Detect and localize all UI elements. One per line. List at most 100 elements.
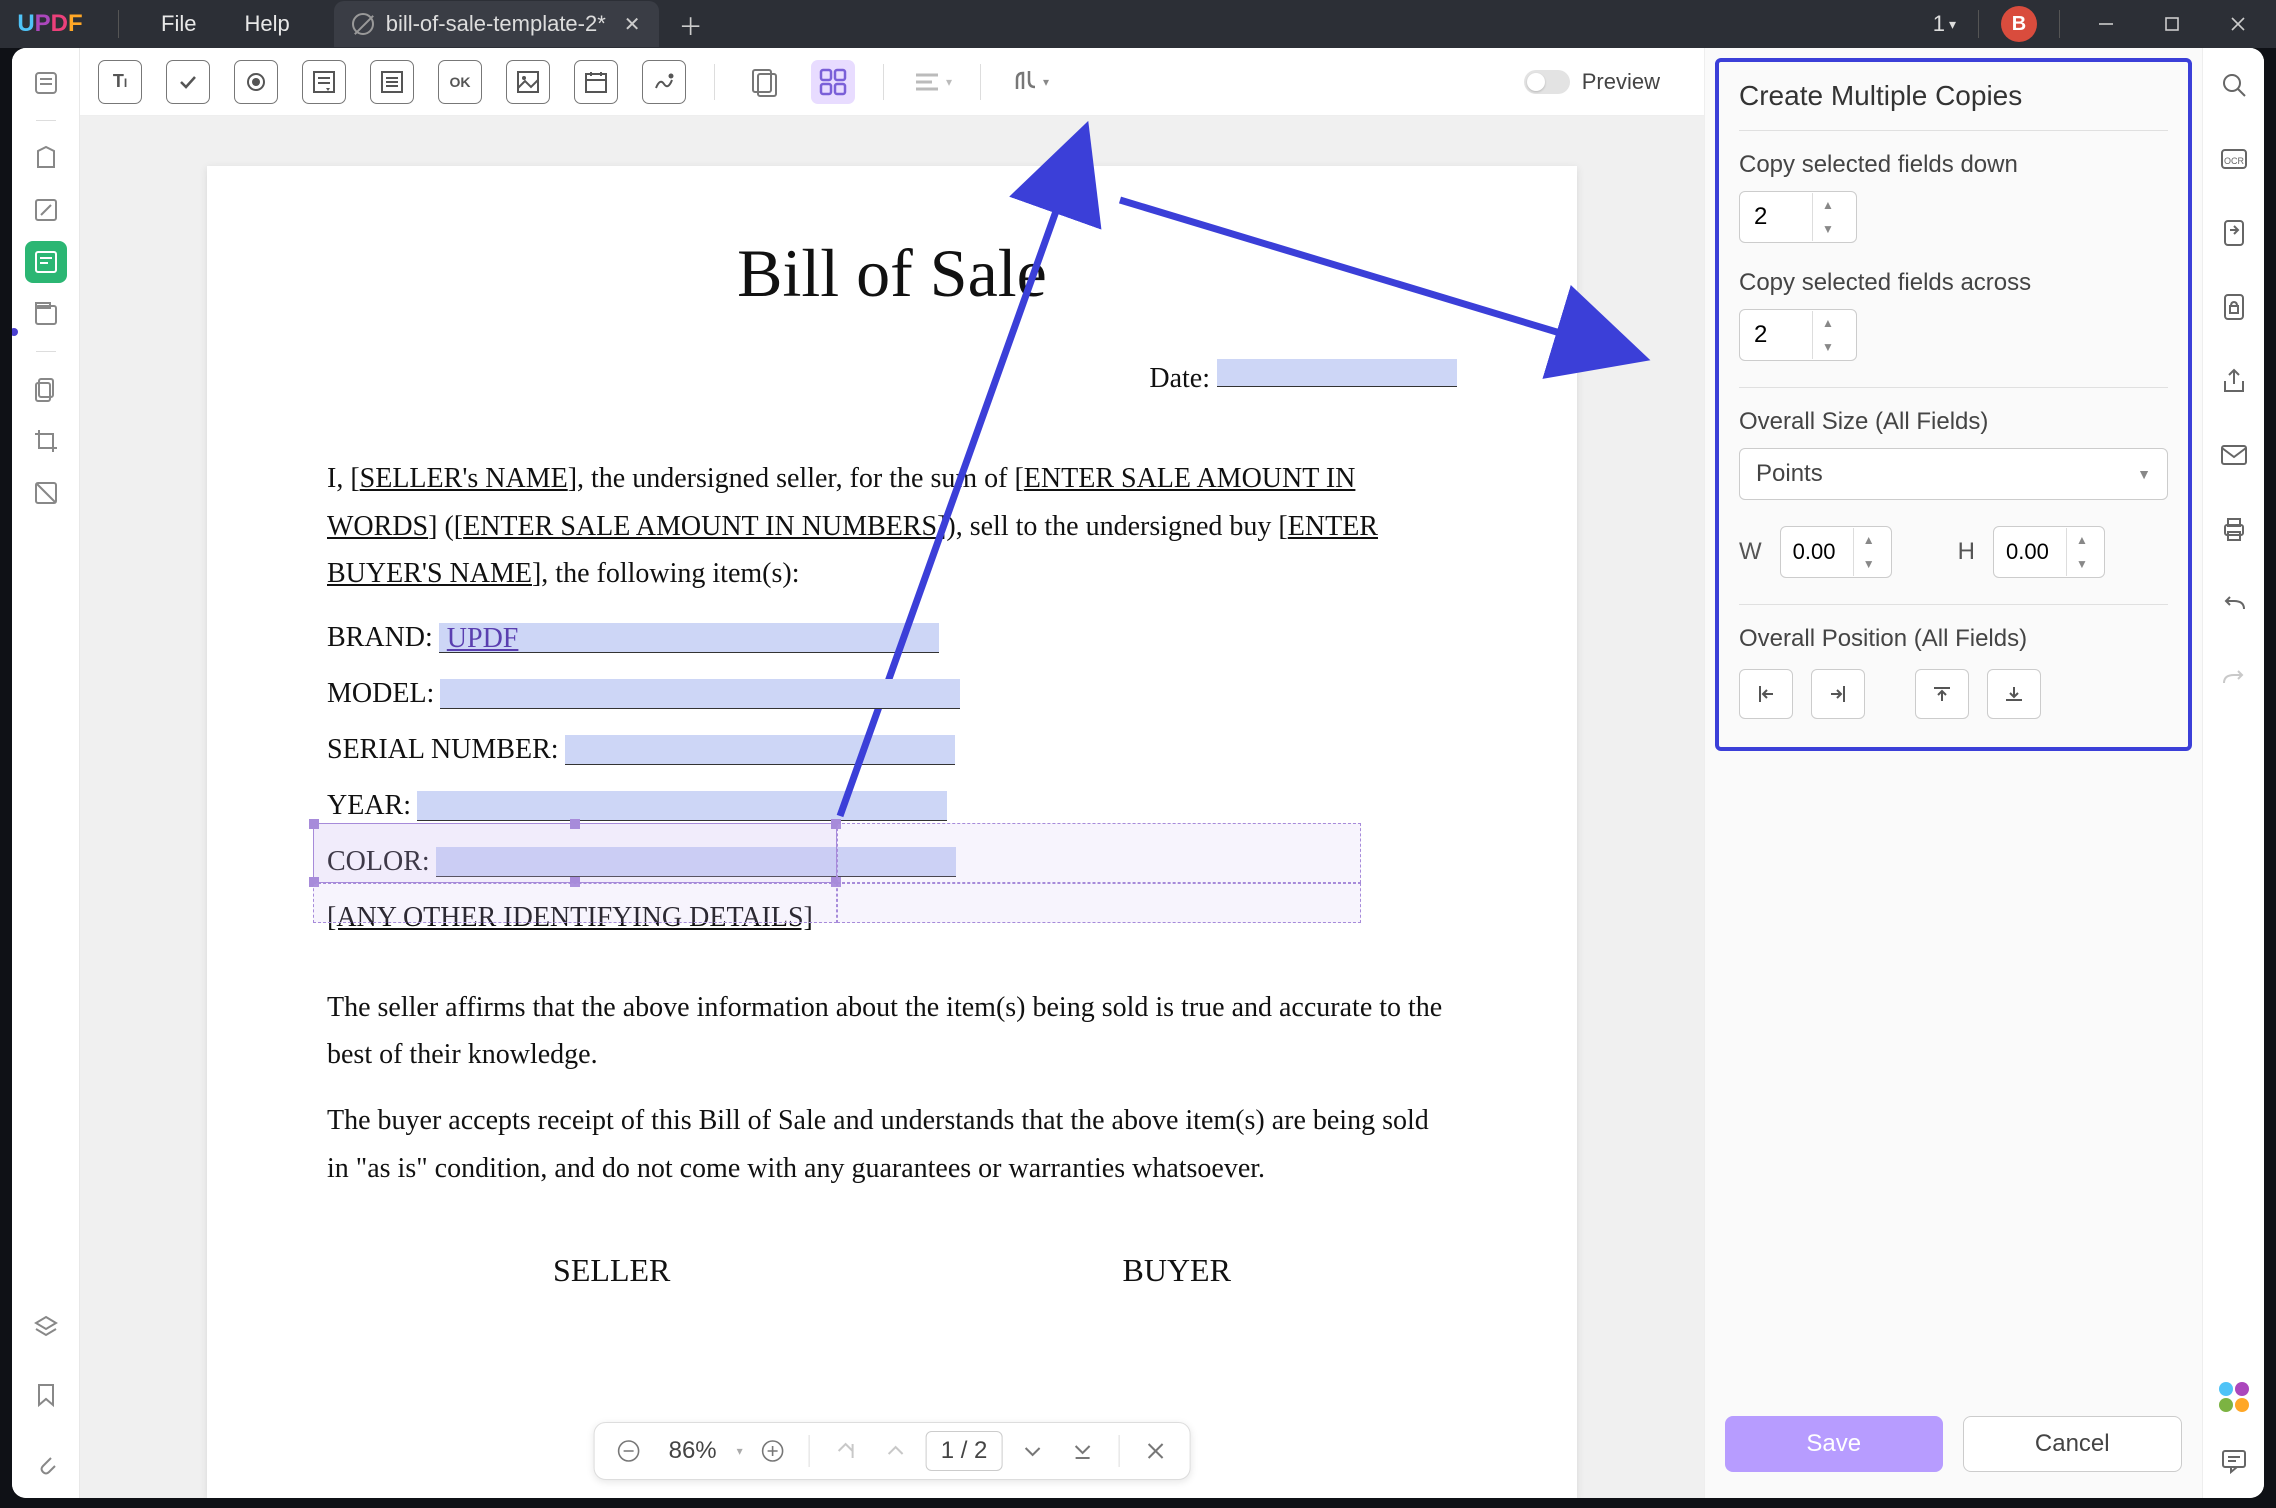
last-page-button[interactable] bbox=[1062, 1431, 1102, 1471]
height-input[interactable] bbox=[1994, 539, 2066, 565]
affirm-text-1: The seller affirms that the above inform… bbox=[327, 984, 1457, 1079]
text-field-tool[interactable]: TI bbox=[98, 60, 142, 104]
brand-field[interactable]: UPDF bbox=[439, 623, 939, 653]
cancel-button[interactable]: Cancel bbox=[1963, 1416, 2183, 1472]
form-tool-icon[interactable] bbox=[25, 241, 67, 283]
redo-icon[interactable] bbox=[2215, 658, 2253, 696]
notification-count[interactable]: 1▾ bbox=[1933, 11, 1956, 37]
thumbnails-icon[interactable] bbox=[25, 62, 67, 104]
copy-down-spinner[interactable]: ▲▼ bbox=[1739, 191, 1857, 243]
align-tool[interactable]: ▾ bbox=[912, 62, 952, 102]
document-tab[interactable]: bill-of-sale-template-2* ✕ bbox=[334, 1, 659, 47]
updf-flower-icon[interactable] bbox=[2219, 1382, 2249, 1412]
maximize-button[interactable] bbox=[2148, 4, 2196, 44]
bookmark-icon[interactable] bbox=[25, 1374, 67, 1416]
serial-field[interactable] bbox=[565, 735, 955, 765]
buyer-heading: BUYER bbox=[1122, 1252, 1230, 1289]
form-recognition-tool[interactable] bbox=[743, 60, 787, 104]
align-left-button[interactable] bbox=[1739, 669, 1793, 719]
brand-label: BRAND: bbox=[327, 622, 433, 654]
comment-tool-icon[interactable] bbox=[25, 137, 67, 179]
ocr-icon[interactable]: OCR bbox=[2215, 140, 2253, 178]
model-label: MODEL: bbox=[327, 678, 434, 710]
page-indicator[interactable]: 1 / 2 bbox=[926, 1431, 1003, 1471]
redact-tool-icon[interactable] bbox=[25, 472, 67, 514]
dropdown-tool[interactable] bbox=[302, 60, 346, 104]
spinner-up-icon[interactable]: ▲ bbox=[1813, 193, 1843, 217]
minimize-button[interactable] bbox=[2082, 4, 2130, 44]
create-multiple-copies-tool[interactable] bbox=[811, 60, 855, 104]
preview-toggle[interactable] bbox=[1524, 70, 1570, 94]
new-tab-button[interactable]: ＋ bbox=[679, 7, 703, 42]
units-select[interactable]: Points▼ bbox=[1739, 448, 2168, 500]
menu-help[interactable]: Help bbox=[220, 11, 313, 37]
date-field-tool[interactable] bbox=[574, 60, 618, 104]
share-icon[interactable] bbox=[2215, 362, 2253, 400]
menu-file[interactable]: File bbox=[137, 11, 220, 37]
spinner-down-icon[interactable]: ▼ bbox=[1813, 217, 1843, 241]
align-top-button[interactable] bbox=[1915, 669, 1969, 719]
zoom-level[interactable]: 86% bbox=[659, 1437, 727, 1465]
copy-pages-icon[interactable] bbox=[25, 368, 67, 410]
zoom-out-button[interactable] bbox=[609, 1431, 649, 1471]
list-box-tool[interactable] bbox=[370, 60, 414, 104]
image-field-tool[interactable] bbox=[506, 60, 550, 104]
user-avatar[interactable]: B bbox=[2001, 6, 2037, 42]
save-button[interactable]: Save bbox=[1725, 1416, 1943, 1472]
crop-tool-icon[interactable] bbox=[25, 420, 67, 462]
email-icon[interactable] bbox=[2215, 436, 2253, 474]
model-field[interactable] bbox=[440, 679, 960, 709]
document-viewport[interactable]: Bill of Sale Date: I, [SELLER's NAME], t… bbox=[80, 116, 1704, 1498]
layers-icon[interactable] bbox=[25, 1306, 67, 1348]
search-icon[interactable] bbox=[2215, 66, 2253, 104]
undo-icon[interactable] bbox=[2215, 584, 2253, 622]
affirm-text-2: The buyer accepts receipt of this Bill o… bbox=[327, 1097, 1457, 1192]
spinner-up-icon[interactable]: ▲ bbox=[1813, 311, 1843, 335]
button-tool[interactable]: OK bbox=[438, 60, 482, 104]
spinner-down-icon[interactable]: ▼ bbox=[1854, 552, 1884, 576]
edit-tool-icon[interactable] bbox=[25, 189, 67, 231]
checkbox-tool[interactable] bbox=[166, 60, 210, 104]
selected-field-outline[interactable] bbox=[313, 823, 837, 883]
seller-heading: SELLER bbox=[553, 1252, 670, 1289]
signature-field-tool[interactable] bbox=[642, 60, 686, 104]
spinner-down-icon[interactable]: ▼ bbox=[2067, 552, 2097, 576]
copy-across-input[interactable] bbox=[1740, 321, 1812, 349]
preview-label: Preview bbox=[1582, 69, 1660, 95]
width-input[interactable] bbox=[1781, 539, 1853, 565]
zoom-dropdown-icon[interactable]: ▾ bbox=[737, 1444, 743, 1458]
zoom-in-button[interactable] bbox=[753, 1431, 793, 1471]
copy-preview-outline bbox=[313, 883, 837, 923]
spinner-down-icon[interactable]: ▼ bbox=[1813, 335, 1843, 359]
copy-down-label: Copy selected fields down bbox=[1739, 151, 2168, 179]
create-copies-panel: Create Multiple Copies Copy selected fie… bbox=[1715, 58, 2192, 751]
spinner-up-icon[interactable]: ▲ bbox=[2067, 528, 2097, 552]
spinner-up-icon[interactable]: ▲ bbox=[1854, 528, 1884, 552]
height-spinner[interactable]: ▲▼ bbox=[1993, 526, 2105, 578]
close-window-button[interactable] bbox=[2214, 4, 2262, 44]
align-bottom-button[interactable] bbox=[1987, 669, 2041, 719]
copy-across-spinner[interactable]: ▲▼ bbox=[1739, 309, 1857, 361]
tab-close-button[interactable]: ✕ bbox=[624, 12, 641, 37]
organize-tool-icon[interactable] bbox=[25, 293, 67, 335]
next-page-button[interactable] bbox=[1012, 1431, 1052, 1471]
first-page-button[interactable] bbox=[826, 1431, 866, 1471]
prev-page-button[interactable] bbox=[876, 1431, 916, 1471]
tools-dropdown[interactable]: ▾ bbox=[1009, 62, 1049, 102]
convert-icon[interactable] bbox=[2215, 214, 2253, 252]
year-field[interactable] bbox=[417, 791, 947, 821]
copy-down-input[interactable] bbox=[1740, 203, 1812, 231]
close-nav-button[interactable] bbox=[1135, 1431, 1175, 1471]
width-spinner[interactable]: ▲▼ bbox=[1780, 526, 1892, 578]
align-right-button[interactable] bbox=[1811, 669, 1865, 719]
feedback-icon[interactable] bbox=[2215, 1442, 2253, 1480]
center-area: TI OK ▾ ▾ Preview Bill of Sale bbox=[80, 48, 1704, 1498]
divider bbox=[1978, 10, 1979, 38]
date-field[interactable] bbox=[1217, 359, 1457, 387]
attachment-icon[interactable] bbox=[25, 1442, 67, 1484]
date-label: Date: bbox=[1149, 363, 1210, 394]
print-icon[interactable] bbox=[2215, 510, 2253, 548]
radio-button-tool[interactable] bbox=[234, 60, 278, 104]
protect-icon[interactable] bbox=[2215, 288, 2253, 326]
left-rail bbox=[12, 48, 80, 1498]
